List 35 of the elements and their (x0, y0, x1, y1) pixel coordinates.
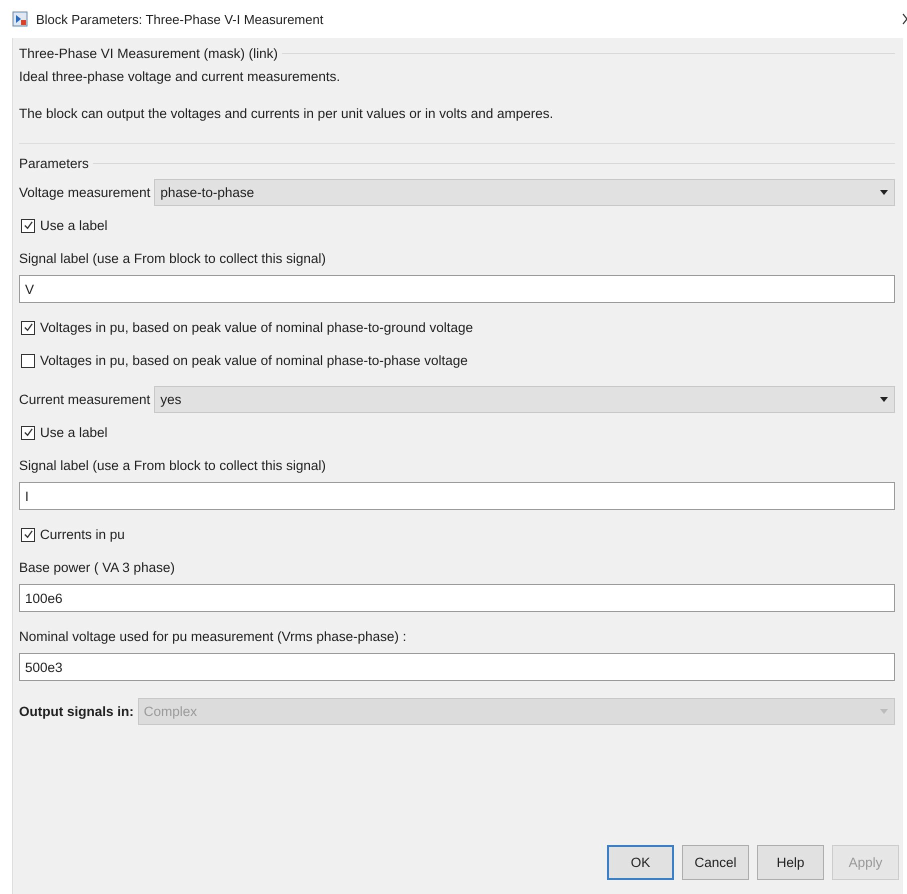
checkbox[interactable] (21, 320, 35, 334)
checkbox[interactable] (21, 218, 35, 232)
input-field[interactable]: 100e6 (19, 584, 895, 612)
dropdown-label: Current measurement (19, 392, 150, 407)
caret-icon (880, 190, 888, 195)
description-text: The block can output the voltages and currents in per unit values or in volts and amperes. (19, 106, 554, 121)
checkbox-label: Voltages in pu, based on peak value of nominal phase-to-ground voltage (40, 320, 474, 335)
caret-icon (880, 397, 888, 402)
checkbox-label: Use a label (40, 425, 108, 440)
dialog-button[interactable]: Help (757, 845, 824, 880)
field-label: Signal label (use a From block to collect this signal) (19, 251, 327, 266)
input-field[interactable]: 500e3 (19, 653, 895, 681)
checkbox-label: Currents in pu (40, 527, 125, 542)
app-icon (12, 11, 28, 27)
checkbox[interactable] (21, 354, 35, 368)
checkbox[interactable] (21, 426, 35, 440)
field-label: Nominal voltage used for pu measurement (Vrms phase-phase) : (19, 629, 408, 644)
input-field[interactable]: I (19, 482, 895, 510)
description-text: Ideal three-phase voltage and current measurements. (19, 69, 342, 84)
dropdown-label: Voltage measurement (19, 185, 150, 200)
dropdown-label: Output signals in: (19, 704, 134, 719)
field-label: Base power ( VA 3 phase) (19, 560, 176, 575)
window-title: Block Parameters: Three-Phase V-I Measurement (36, 12, 324, 26)
group-title: Three-Phase VI Measurement (mask) (link) (19, 46, 278, 61)
checkbox[interactable] (21, 528, 35, 542)
dropdown[interactable]: phase-to-phase (154, 179, 895, 206)
checkbox-label: Use a label (40, 218, 108, 233)
dialog-button[interactable]: Cancel (682, 845, 749, 880)
dialog-button[interactable]: OK (607, 845, 674, 880)
caret-icon (880, 709, 888, 714)
group-title: Parameters (19, 156, 89, 171)
field-label: Signal label (use a From block to collect this signal) (19, 458, 327, 473)
input-field[interactable]: V (19, 275, 895, 303)
checkbox-label: Voltages in pu, based on peak value of nominal phase-to-phase voltage (40, 353, 468, 368)
dropdown[interactable]: yes (154, 386, 895, 413)
